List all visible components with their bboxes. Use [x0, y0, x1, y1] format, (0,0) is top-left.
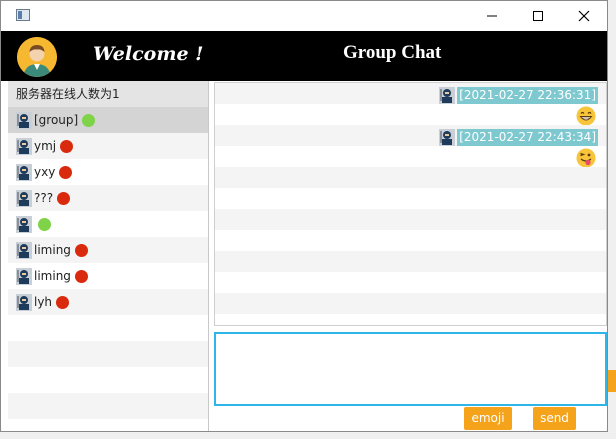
user-name: ??? [34, 191, 54, 205]
user-list-item[interactable] [8, 211, 208, 237]
user-list-item[interactable]: yxy [8, 159, 208, 185]
maximize-button[interactable] [515, 1, 561, 31]
user-list-filler [8, 315, 208, 431]
close-button[interactable] [561, 1, 607, 31]
user-avatar-icon [16, 111, 32, 129]
user-list-item[interactable]: [group] [8, 107, 208, 133]
empty-chat-row [215, 293, 606, 314]
person-avatar-icon [17, 37, 57, 77]
empty-chat-row [215, 167, 606, 188]
message-header: [2021-02-27 22:36:31] [439, 87, 598, 104]
message-input[interactable] [214, 332, 607, 406]
user-avatar-icon [16, 293, 32, 311]
empty-chat-row [215, 188, 606, 209]
empty-chat-row [215, 314, 606, 325]
offline-status-dot [56, 295, 70, 309]
message-area[interactable]: [2021-02-27 22:36:31] [2021-02-27 22:43:3… [214, 82, 607, 326]
user-avatar-icon [439, 129, 456, 146]
grinning-face-icon [576, 106, 596, 126]
offline-status-dot [74, 269, 88, 283]
empty-chat-row [215, 272, 606, 293]
message-body-row [215, 146, 606, 168]
empty-row [8, 315, 208, 341]
empty-row [8, 341, 208, 367]
minimize-icon [487, 15, 497, 17]
offline-status-dot [74, 243, 88, 257]
chat-window: Welcome ! Group Chat 服务器在线人数为1 [group] ym… [0, 0, 608, 432]
maximize-icon [533, 11, 543, 21]
server-online-count: 服务器在线人数为1 [8, 81, 208, 107]
user-avatar-icon [16, 267, 32, 285]
winking-tongue-face-icon [576, 148, 596, 168]
user-avatar-icon [16, 215, 32, 233]
user-list-item[interactable]: liming [8, 237, 208, 263]
message-timestamp: [2021-02-27 22:36:31] [457, 87, 598, 104]
online-status-dot [38, 217, 51, 231]
user-list-item[interactable]: lyh [8, 289, 208, 315]
user-list-item[interactable]: liming [8, 263, 208, 289]
user-avatar-icon [16, 189, 32, 207]
empty-row [8, 419, 208, 431]
user-name: ymj [34, 139, 57, 153]
user-name: [group] [34, 113, 79, 127]
user-name: liming [34, 243, 71, 257]
empty-chat-row [215, 230, 606, 251]
user-sidebar: 服务器在线人数为1 [group] ymj yxy??? liming liming ly… [8, 81, 209, 431]
user-avatar-icon [16, 163, 32, 181]
title-bar [1, 1, 607, 31]
user-name: lyh [34, 295, 53, 309]
message-header-row: [2021-02-27 22:36:31] [215, 83, 606, 104]
close-icon [578, 10, 590, 22]
message-header: [2021-02-27 22:43:34] [439, 129, 598, 146]
welcome-text: Welcome ! [93, 43, 204, 65]
chat-header: Welcome ! Group Chat [1, 31, 607, 81]
user-list-item[interactable]: ??? [8, 185, 208, 211]
online-status-dot [82, 113, 96, 127]
user-avatar-icon [16, 241, 32, 259]
user-avatar-icon [439, 87, 456, 104]
chat-title: Group Chat [343, 42, 442, 63]
user-list-item[interactable]: ymj [8, 133, 208, 159]
send-button[interactable]: send [533, 407, 576, 430]
offline-status-dot [57, 191, 71, 205]
message-header-row: [2021-02-27 22:43:34] [215, 125, 606, 146]
user-name: yxy [34, 165, 56, 179]
offline-status-dot [59, 165, 73, 179]
user-name: liming [34, 269, 71, 283]
message-timestamp: [2021-02-27 22:43:34] [457, 129, 598, 146]
user-list: [group] ymj yxy??? liming liming lyh [8, 107, 208, 315]
background-window-edge [608, 370, 616, 392]
user-avatar[interactable] [17, 37, 57, 77]
empty-chat-row [215, 251, 606, 272]
user-avatar-icon [16, 137, 32, 155]
empty-row [8, 367, 208, 393]
offline-status-dot [60, 139, 74, 153]
empty-row [8, 393, 208, 419]
minimize-button[interactable] [469, 1, 515, 31]
message-body-row [215, 104, 606, 126]
empty-chat-row [215, 209, 606, 230]
app-icon [16, 9, 30, 21]
emoji-button[interactable]: emoji [464, 407, 512, 430]
